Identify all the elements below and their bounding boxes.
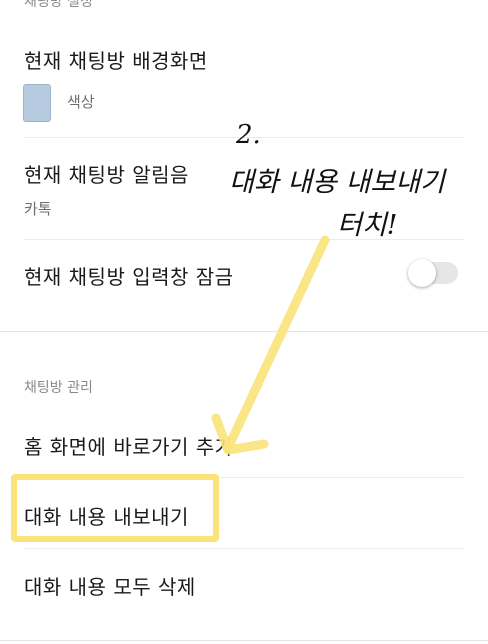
divider [24,239,464,240]
input-lock-title: 현재 채팅방 입력창 잠금 [24,265,234,289]
input-lock-toggle[interactable] [408,259,458,287]
divider [24,477,464,478]
toggle-knob [408,259,436,287]
section-header-chatroom-settings: 채팅방 설정 [24,0,93,10]
annotation-text-line2: 터치! [337,210,398,241]
background-color-swatch[interactable] [23,84,51,122]
annotation-step-number: 2. [236,120,261,150]
notification-sound-title: 현재 채팅방 알림음 [24,163,189,187]
add-home-shortcut-item[interactable]: 홈 화면에 바로가기 추가 [24,431,234,460]
annotation-text-line1: 대화 내용 내보내기 [229,167,445,198]
background-setting-title: 현재 채팅방 배경화면 [24,49,208,73]
notification-sound-value: 카톡 [24,200,52,218]
section-divider [0,331,488,332]
divider [24,548,464,549]
chatroom-settings-screen: 채팅방 설정 현재 채팅방 배경화면 색상 현재 채팅방 알림음 카톡 현재 채… [0,0,488,644]
delete-all-chat-item[interactable]: 대화 내용 모두 삭제 [24,571,196,600]
section-header-chatroom-management: 채팅방 관리 [24,380,93,396]
section-divider [0,640,488,641]
export-chat-item[interactable]: 대화 내용 내보내기 [24,501,189,530]
background-color-label: 색상 [67,93,95,111]
